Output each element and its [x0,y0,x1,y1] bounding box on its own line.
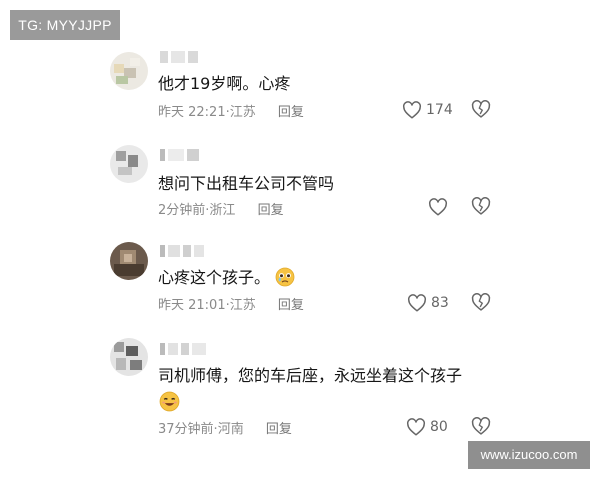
comment-location: 河南 [217,422,244,437]
reply-button[interactable]: 回复 [278,298,304,313]
pleading-face-emoji [275,267,295,291]
comment-text: 想问下出租车公司不管吗 [158,174,335,193]
watermark-top-left: TG: MYYJJPP [10,10,120,40]
like-button[interactable]: 83 [407,293,449,313]
username-blurred[interactable] [160,340,240,355]
comment-meta: 昨天 22:21·江苏 回复 [158,105,304,120]
like-button[interactable]: 80 [406,417,448,437]
comment-text: 司机师傅，您的车后座，永远坐着这个孩子 [158,366,463,385]
heart-outline-icon [407,294,427,312]
comment-meta: 昨天 21:01·江苏 回复 [158,298,304,313]
avatar[interactable] [110,145,148,183]
username-blurred[interactable] [160,242,240,257]
comment-text: 心疼这个孩子。 [158,264,295,291]
avatar[interactable] [110,338,148,376]
broken-heart-icon[interactable] [471,292,491,312]
comment-time: 昨天 22:21 [158,105,226,120]
reply-button[interactable]: 回复 [258,203,284,218]
like-button[interactable] [428,197,452,217]
broken-heart-icon[interactable] [471,196,491,216]
like-count: 174 [426,102,453,118]
like-button[interactable]: 174 [402,100,453,120]
comment-time: 37分钟前 [158,422,214,437]
broken-heart-icon[interactable] [471,99,491,119]
comment-time: 2分钟前 [158,203,206,218]
avatar[interactable] [110,52,148,90]
broken-heart-icon[interactable] [471,416,491,436]
like-count: 83 [431,295,449,311]
username-blurred[interactable] [160,48,240,63]
heart-outline-icon [428,198,448,216]
comment-location: 江苏 [229,298,256,313]
comment-location: 江苏 [229,105,256,120]
comment-meta: 2分钟前·浙江 回复 [158,203,284,218]
heart-outline-icon [402,101,422,119]
reply-button[interactable]: 回复 [266,422,292,437]
username-blurred[interactable] [160,146,240,161]
comment-text: 他才19岁啊。心疼 [158,74,291,93]
reply-button[interactable]: 回复 [278,105,304,120]
comment-time: 昨天 21:01 [158,298,226,313]
avatar[interactable] [110,242,148,280]
heart-outline-icon [406,418,426,436]
comment-location: 浙江 [209,203,236,218]
comment-meta: 37分钟前·河南 回复 [158,422,292,437]
like-count: 80 [430,419,448,435]
smiling-face-emoji [159,391,180,416]
watermark-bottom-right: www.izucoo.com [468,441,590,469]
